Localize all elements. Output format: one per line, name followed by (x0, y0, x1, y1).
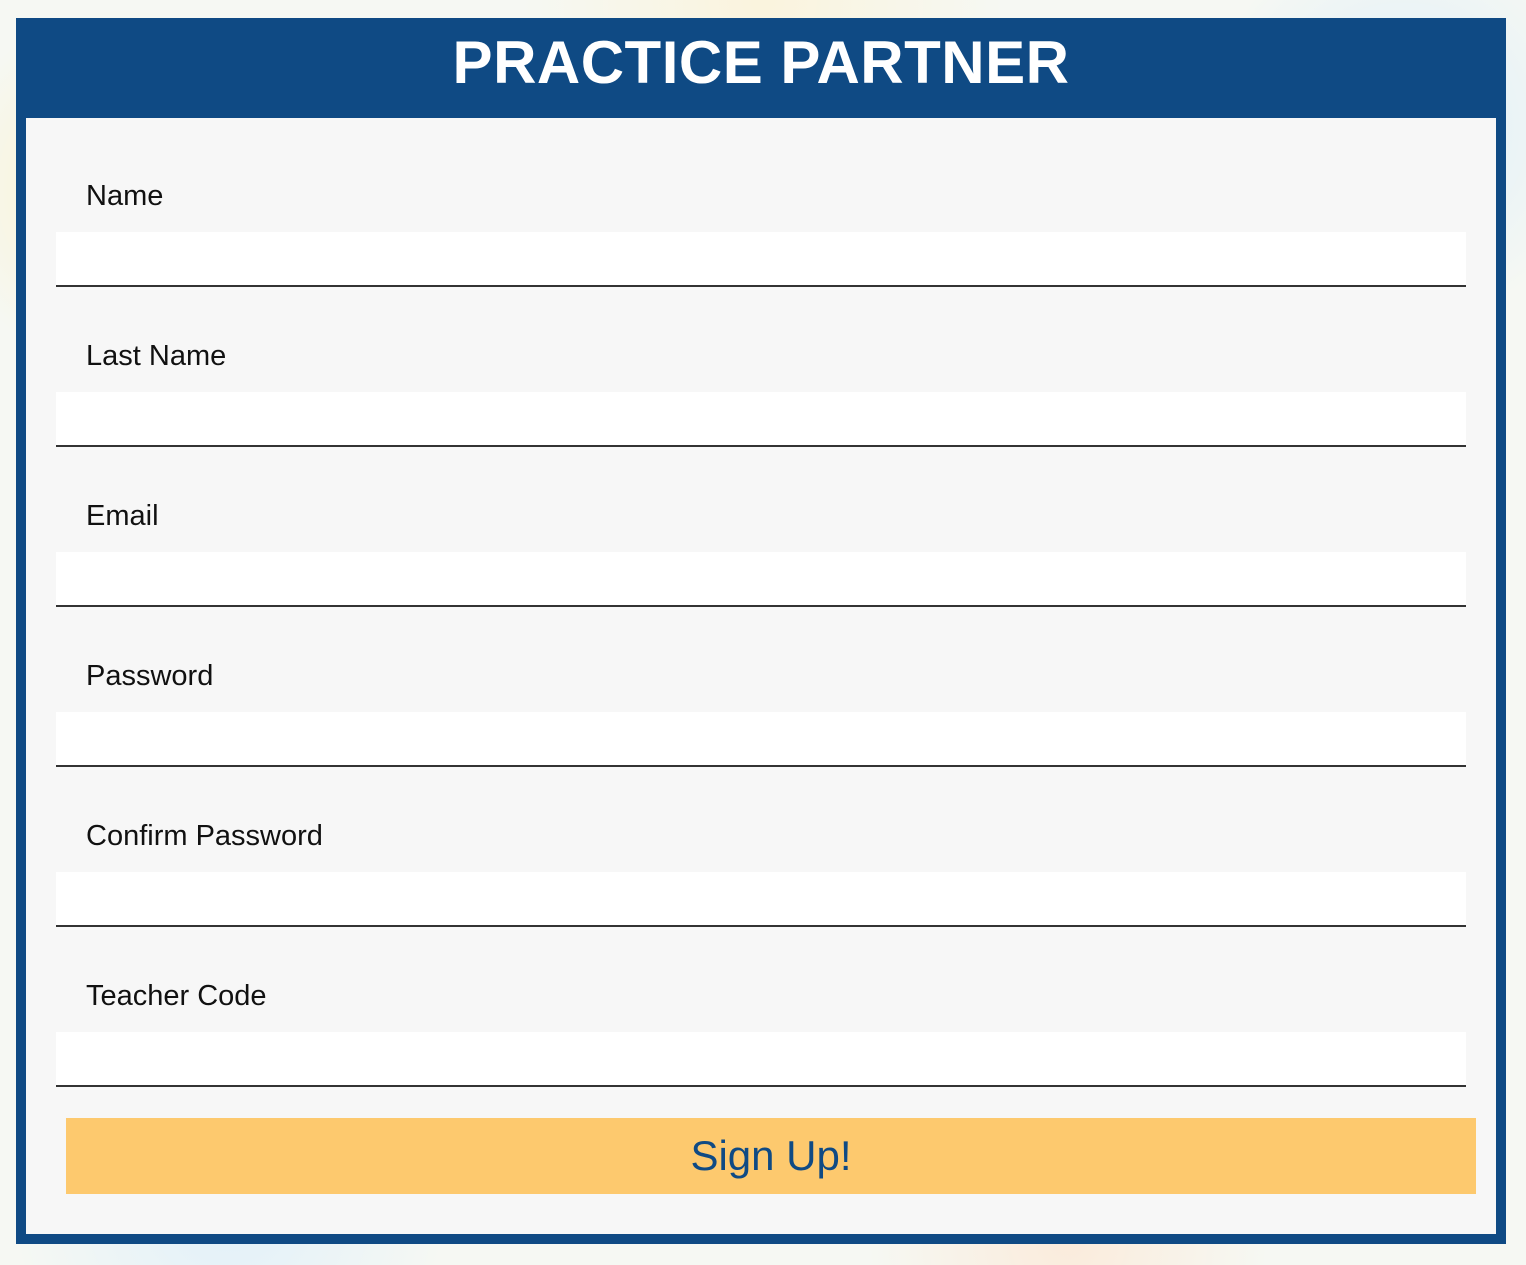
last-name-label: Last Name (86, 340, 227, 372)
password-label: Password (86, 660, 214, 692)
teacher-code-input[interactable] (56, 1032, 1466, 1087)
teacher-code-field: Teacher Code (56, 978, 1466, 1098)
sign-up-button[interactable]: Sign Up! (66, 1118, 1476, 1194)
last-name-field: Last Name (56, 338, 1466, 458)
signup-card: PRACTICE PARTNER Name Last Name Email Pa… (16, 18, 1506, 1244)
password-field: Password (56, 658, 1466, 778)
app-title: PRACTICE PARTNER (452, 29, 1070, 96)
last-name-input[interactable] (56, 392, 1466, 447)
email-label: Email (86, 500, 159, 532)
email-input[interactable] (56, 552, 1466, 607)
confirm-password-input[interactable] (56, 872, 1466, 927)
app-header: PRACTICE PARTNER (16, 18, 1506, 118)
confirm-password-field: Confirm Password (56, 818, 1466, 938)
confirm-password-label: Confirm Password (86, 820, 323, 852)
password-input[interactable] (56, 712, 1466, 767)
name-input[interactable] (56, 232, 1466, 287)
teacher-code-label: Teacher Code (86, 980, 267, 1012)
email-field: Email (56, 498, 1466, 618)
name-label: Name (86, 180, 164, 212)
name-field: Name (56, 178, 1466, 298)
